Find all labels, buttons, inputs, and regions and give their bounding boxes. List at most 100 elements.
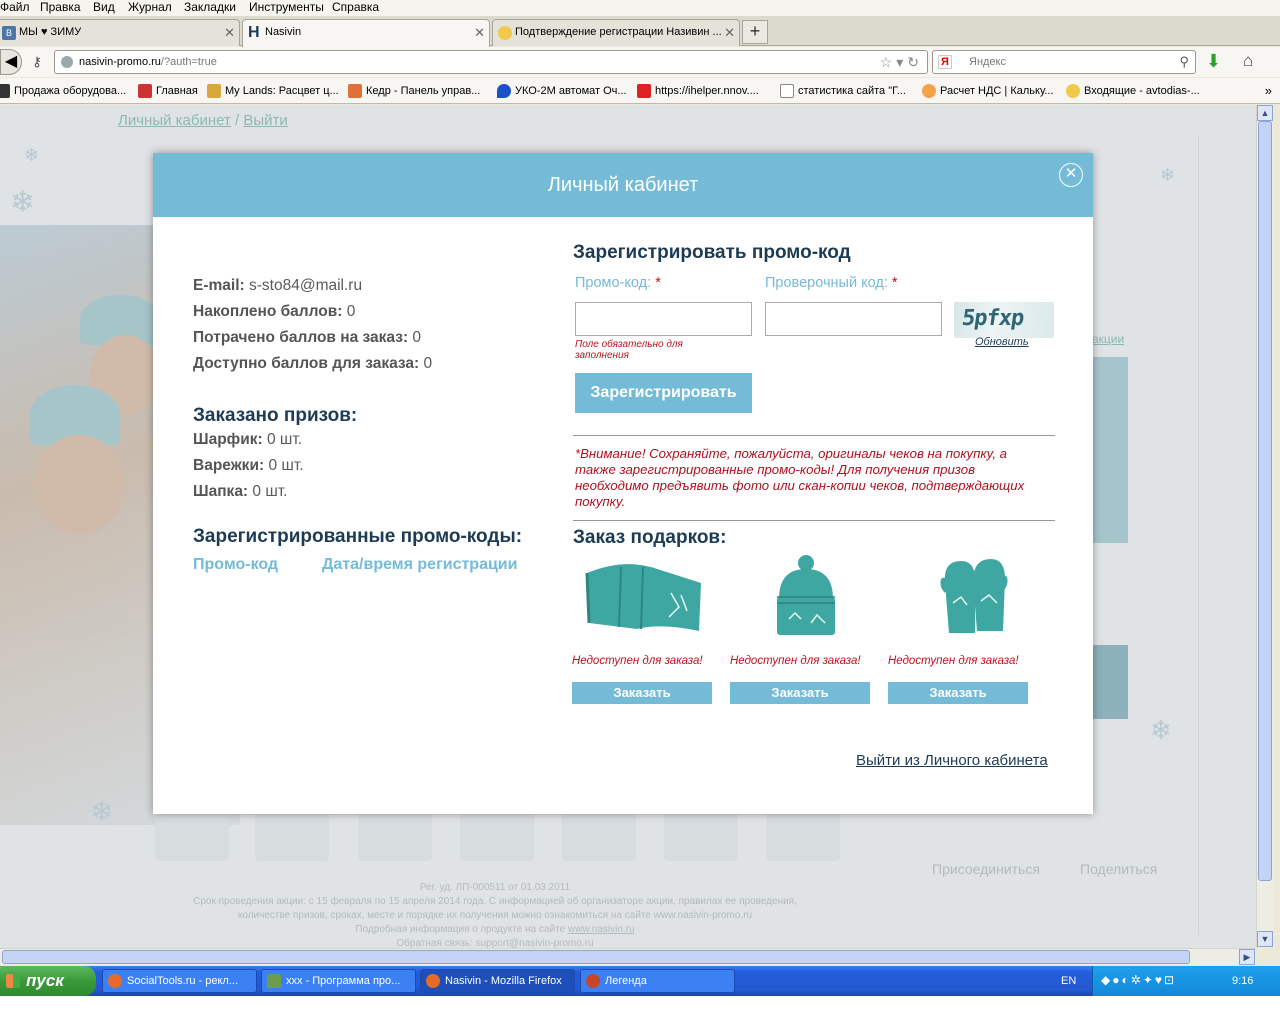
check-code-field[interactable]: [765, 302, 942, 336]
bookmark-item[interactable]: https://ihelper.nnov....: [637, 78, 759, 104]
bg-akcii-link: акции: [1092, 332, 1125, 346]
scroll-right-arrow[interactable]: ▶: [1239, 949, 1255, 965]
bookmark-item[interactable]: Продажа оборудова...: [0, 78, 126, 104]
tab-nasivin[interactable]: H Nasivin ✕: [242, 19, 490, 47]
yandex-icon[interactable]: Я: [938, 55, 952, 69]
gift-status-hat: Недоступен для заказа!: [730, 655, 861, 667]
vertical-scroll-thumb[interactable]: [1258, 121, 1272, 881]
clock: 9:16: [1232, 975, 1254, 987]
close-icon[interactable]: ✕: [474, 20, 485, 45]
bookmark-item[interactable]: My Lands: Расцвет ц...: [207, 78, 339, 104]
snowflake-icon: ❄: [90, 796, 114, 827]
snowflake-icon: ❄: [24, 145, 40, 165]
search-input[interactable]: Я Яндекс ⚲: [932, 50, 1196, 74]
url-bar[interactable]: nasivin-promo.ru/?auth=true ☆▾↻: [54, 50, 928, 74]
bookmark-label: My Lands: Расцвет ц...: [225, 85, 339, 97]
snowflake-icon: ❄: [1160, 165, 1176, 185]
footer-line: Подробная информация о продукте на сайте…: [150, 923, 840, 937]
footer-line: Рег. уд. ЛП-000511 от 01.03.2011: [419, 882, 571, 893]
tab-label: Подтверждение регистрации Називин ...: [515, 26, 722, 38]
arrow-left-icon: ◀: [4, 53, 18, 70]
start-button[interactable]: пуск: [0, 966, 96, 996]
register-button[interactable]: Зарегистрировать: [575, 373, 752, 413]
bookmark-label: Продажа оборудова...: [14, 85, 127, 97]
bookmark-label: Кедр - Панель управ...: [366, 85, 481, 97]
bottom-strip: [0, 996, 1280, 1024]
menu-bookmarks[interactable]: Закладки: [184, 0, 236, 15]
tab-vk[interactable]: В МЫ ♥ ЗИМУ ✕: [0, 19, 240, 46]
taskbar-item[interactable]: SocialTools.ru - рекл...: [102, 969, 257, 993]
earned-row: Накоплено баллов: 0: [193, 303, 355, 321]
order-scarf-button[interactable]: Заказать: [572, 682, 712, 704]
scroll-up-arrow[interactable]: ▲: [1257, 105, 1273, 121]
close-icon[interactable]: ✕: [224, 20, 235, 45]
close-button[interactable]: ✕: [1059, 163, 1083, 187]
available-value: 0: [423, 355, 433, 372]
promo-code-error: Поле обязательно для заполнения: [575, 339, 683, 361]
bookmark-item[interactable]: Главная: [138, 78, 198, 104]
bookmark-item[interactable]: статистика сайта "Г...: [780, 78, 906, 104]
order-mittens-button[interactable]: Заказать: [888, 682, 1028, 704]
home-icon[interactable]: ⌂: [1243, 51, 1253, 71]
taskbar-item[interactable]: ххх - Программа про...: [261, 969, 416, 993]
close-icon[interactable]: ✕: [724, 20, 735, 45]
menu-file[interactable]: Файл: [0, 0, 30, 15]
menu-edit[interactable]: Правка: [40, 0, 81, 15]
search-icon[interactable]: ⚲: [1179, 51, 1189, 73]
order-hat-button[interactable]: Заказать: [730, 682, 870, 704]
bg-face-shape: [34, 435, 124, 535]
bookmark-item[interactable]: Кедр - Панель управ...: [348, 78, 480, 104]
menu-history[interactable]: Журнал: [128, 0, 172, 15]
bg-product: [766, 811, 840, 861]
tray-icons[interactable]: ◆●◐✲✦♥⊡: [1101, 973, 1176, 987]
game-icon: [586, 974, 600, 988]
mittens-image: [940, 559, 1008, 633]
bookmark-item[interactable]: УКО-2М автомат Оч...: [497, 78, 627, 104]
star-icon[interactable]: ☆: [880, 54, 897, 70]
chevron-down-icon[interactable]: ▾: [896, 54, 907, 70]
firefox-icon: [426, 974, 440, 988]
bg-separator: /: [235, 112, 240, 129]
new-tab-button[interactable]: +: [742, 20, 768, 44]
gifts-heading: Заказ подарков:: [573, 527, 727, 548]
taskbar: пуск SocialTools.ru - рекл... ххх - Прог…: [0, 966, 1280, 996]
reload-icon[interactable]: ↻: [907, 54, 923, 70]
bookmark-item[interactable]: Расчет НДС | Кальку...: [922, 78, 1054, 104]
bg-product: [155, 811, 229, 861]
url-actions: ☆▾↻: [880, 51, 923, 73]
menu-help[interactable]: Справка: [332, 0, 379, 15]
language-indicator[interactable]: EN: [1061, 966, 1076, 996]
tab-confirmation[interactable]: Подтверждение регистрации Називин ... ✕: [492, 19, 740, 46]
scroll-down-arrow[interactable]: ▼: [1257, 931, 1273, 947]
taskbar-item-active[interactable]: Nasivin - Mozilla Firefox: [420, 969, 575, 993]
prize-value: 0 шт.: [268, 457, 304, 474]
required-mark: *: [891, 275, 898, 291]
captcha-refresh-link[interactable]: Обновить: [975, 336, 1029, 348]
promo-code-label: Промо-код: *: [575, 275, 661, 291]
taskbar-item[interactable]: Легенда: [580, 969, 735, 993]
back-button[interactable]: ◀: [0, 49, 22, 75]
horizontal-scroll-thumb[interactable]: [2, 950, 1190, 964]
url-path: /?auth=true: [160, 56, 217, 68]
check-code-label: Проверочный код: *: [765, 275, 898, 291]
hat-image: [777, 555, 835, 635]
prizes-heading: Заказано призов:: [193, 405, 358, 426]
footer-line: количестве призов, сроках, месте и поряд…: [237, 910, 753, 921]
scarf-image: [585, 564, 701, 631]
bookmark-label: Входящие - avtodias-...: [1084, 85, 1200, 97]
earned-label: Накоплено баллов:: [193, 303, 343, 320]
promo-code-field[interactable]: [575, 302, 752, 336]
download-icon[interactable]: ⬇: [1206, 51, 1221, 72]
chevron-right-icon[interactable]: »: [1265, 78, 1272, 104]
bg-share-label: Поделиться: [1080, 861, 1158, 877]
key-icon[interactable]: ⚷: [26, 52, 48, 72]
available-row: Доступно баллов для заказа: 0: [193, 355, 432, 373]
menu-tools[interactable]: Инструменты: [249, 0, 324, 15]
taskbar-item-label: ххх - Программа про...: [286, 975, 401, 987]
drop-icon: [497, 84, 511, 98]
captcha-image: 5pfxp: [954, 302, 1054, 338]
menu-view[interactable]: Вид: [93, 0, 115, 15]
bookmark-item[interactable]: Входящие - avtodias-...: [1066, 78, 1200, 104]
nasivin-icon: H: [248, 24, 260, 41]
logout-link[interactable]: Выйти из Личного кабинета: [856, 752, 1048, 769]
